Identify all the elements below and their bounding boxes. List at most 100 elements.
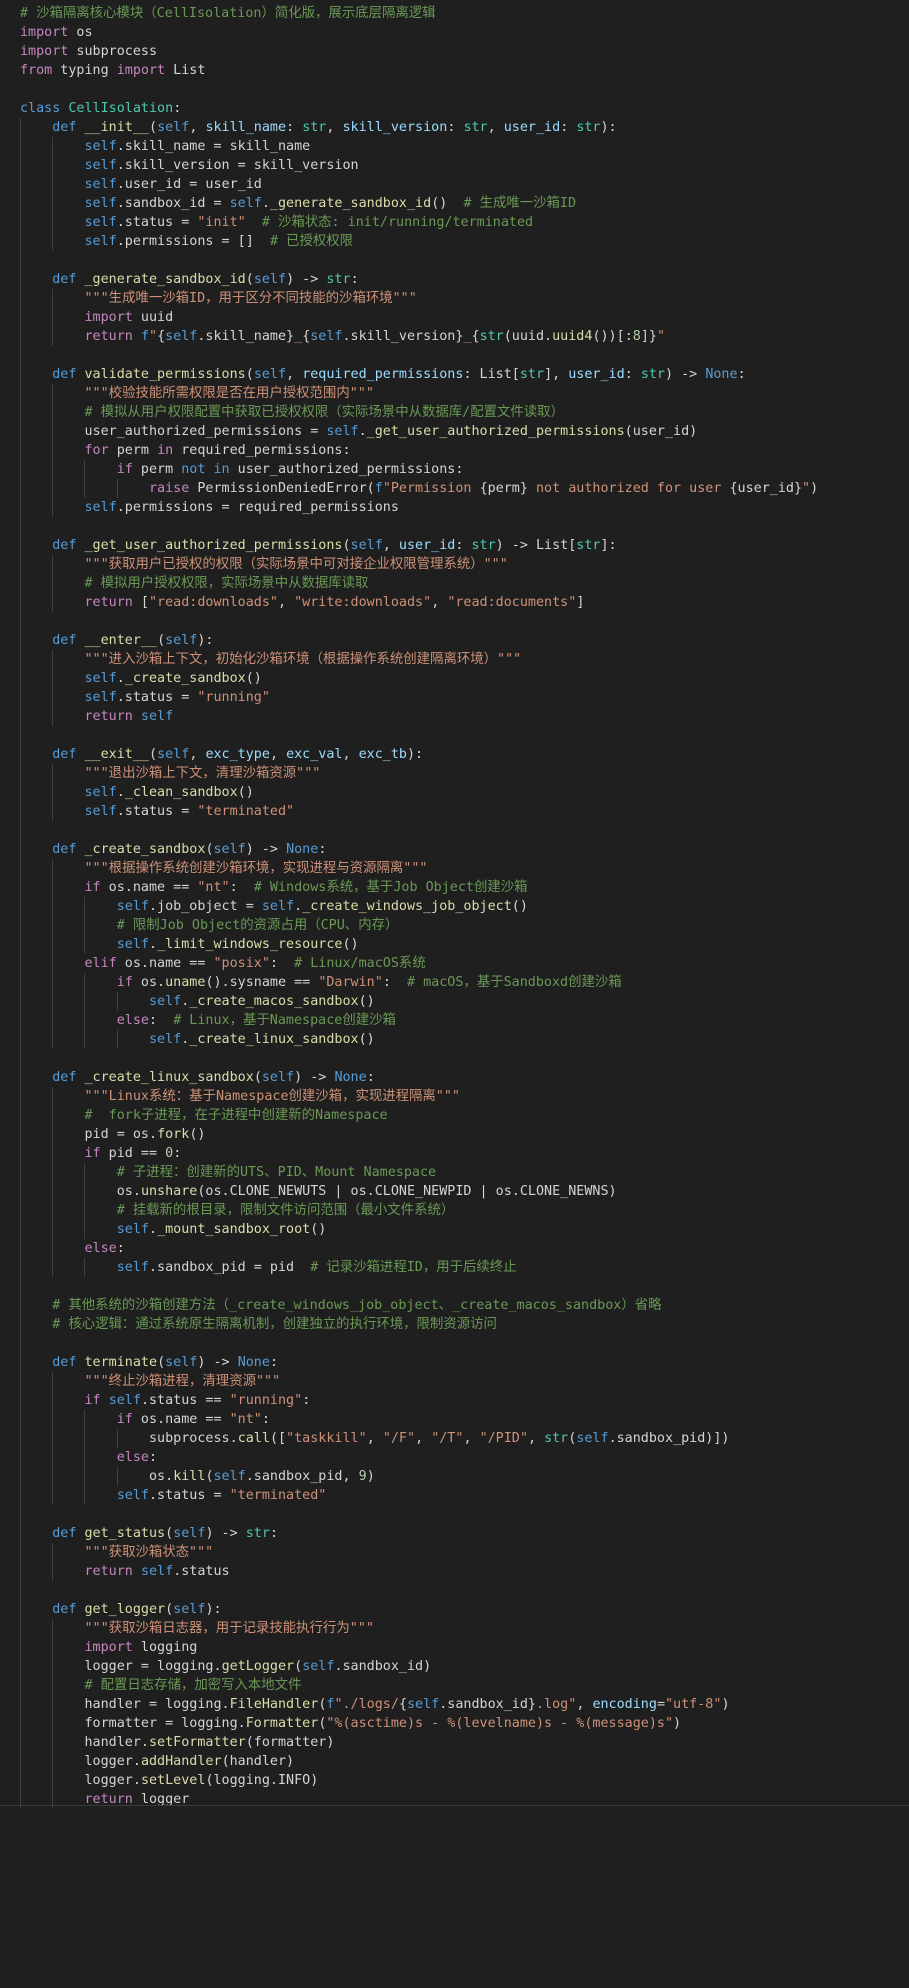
- indent-guide: [84, 460, 86, 479]
- code-token: (: [245, 272, 254, 287]
- code-token: (): [189, 1127, 206, 1142]
- code-line: self.status = "running": [0, 688, 909, 707]
- code-token: ,: [431, 595, 448, 610]
- code-token: "nt": [229, 1412, 262, 1427]
- code-token: .status =: [116, 690, 198, 705]
- indent-guide: [20, 232, 21, 251]
- code-line: else:: [0, 1239, 909, 1258]
- code-token: "taskkill": [286, 1431, 367, 1446]
- code-token: def: [52, 633, 77, 648]
- code-line: [0, 1049, 909, 1068]
- indent-guide: [20, 840, 21, 859]
- indent-guide: [52, 1771, 54, 1790]
- indent-guide: [52, 441, 54, 460]
- code-token: str: [576, 538, 601, 553]
- indent-guide: [20, 1220, 21, 1239]
- code-token: ): [810, 481, 819, 496]
- code-token: _generate_sandbox_id: [269, 196, 432, 211]
- indent-guide: [20, 137, 21, 156]
- code-token: str: [479, 329, 504, 344]
- indent-guide: [20, 270, 21, 289]
- code-token: os.: [116, 1184, 141, 1199]
- indent-guide: [52, 479, 54, 498]
- code-token: ):: [205, 1602, 222, 1617]
- code-token: self: [149, 994, 182, 1009]
- code-token: "nt": [197, 880, 230, 895]
- indent-guide: [84, 1410, 86, 1429]
- code-line: """进入沙箱上下文，初始化沙箱环境（根据操作系统创建隔离环境）""": [0, 650, 909, 669]
- code-line: handler.setFormatter(formatter): [0, 1733, 909, 1752]
- code-line: def get_status(self) -> str:: [0, 1524, 909, 1543]
- code-token: import: [84, 310, 133, 325]
- indent-guide: [20, 1543, 21, 1562]
- code-token: get_status: [84, 1526, 166, 1541]
- code-line: # 限制Job Object的资源占用（CPU、内存）: [0, 916, 909, 935]
- code-token: None: [705, 367, 738, 382]
- code-token: None: [334, 1070, 367, 1085]
- code-token: :: [366, 1070, 375, 1085]
- code-line: def _create_linux_sandbox(self) -> None:: [0, 1068, 909, 1087]
- code-token: (: [157, 633, 166, 648]
- code-token: {perm}: [479, 481, 528, 496]
- code-line: os.unshare(os.CLONE_NEWUTS | os.CLONE_NE…: [0, 1182, 909, 1201]
- code-token: exc_tb: [358, 747, 407, 762]
- code-token: :: [229, 880, 254, 895]
- indent-guide: [52, 707, 54, 726]
- indent-guide: [52, 802, 54, 821]
- code-token: self: [149, 1032, 182, 1047]
- code-token: required_permissions: [302, 367, 464, 382]
- code-token: :: [350, 272, 359, 287]
- code-line: [0, 251, 909, 270]
- code-line: self._create_linux_sandbox(): [0, 1030, 909, 1049]
- indent-guide: [84, 1163, 86, 1182]
- code-token: kill: [173, 1469, 206, 1484]
- code-token: self: [84, 671, 117, 686]
- code-token: return: [84, 709, 133, 724]
- code-token: List: [165, 63, 206, 78]
- code-token: if: [84, 880, 101, 895]
- code-token: ]}: [640, 329, 657, 344]
- code-token: _limit_windows_resource: [157, 937, 343, 952]
- indent-guide: [20, 1163, 21, 1182]
- indent-guide: [20, 1182, 21, 1201]
- code-line: os.kill(self.sandbox_pid, 9): [0, 1467, 909, 1486]
- indent-guide: [52, 498, 54, 517]
- code-line: if os.name == "nt": # Windows系统，基于Job Ob…: [0, 878, 909, 897]
- indent-guide: [20, 726, 21, 745]
- code-line: self.status = "terminated": [0, 1486, 909, 1505]
- code-token: "Darwin": [318, 975, 383, 990]
- code-token: ().sysname ==: [205, 975, 319, 990]
- indent-guide: [20, 1790, 21, 1809]
- code-token: def: [52, 842, 77, 857]
- code-token: self: [350, 538, 383, 553]
- code-editor[interactable]: # 沙箱隔离核心模块（CellIsolation）简化版，展示底层隔离逻辑 imp…: [0, 0, 909, 1988]
- code-token: ,: [189, 120, 206, 135]
- code-token: str: [245, 1526, 270, 1541]
- code-token: # Linux/macOS系统: [294, 956, 426, 971]
- code-token: "read:downloads": [149, 595, 278, 610]
- code-token: def: [52, 747, 77, 762]
- code-token: ):: [197, 633, 214, 648]
- code-token: :: [173, 101, 182, 116]
- indent-guide: [20, 593, 21, 612]
- code-token: "terminated": [229, 1488, 327, 1503]
- code-token: # 核心逻辑：通过系统原生隔离机制，创建独立的执行环境，限制资源访问: [52, 1317, 497, 1332]
- code-token: os.name ==: [132, 1412, 230, 1427]
- code-token: # 记录沙箱进程ID，用于后续终止: [310, 1260, 517, 1275]
- code-token: 8: [632, 329, 641, 344]
- code-token: CellIsolation: [68, 101, 174, 116]
- code-line: """终止沙箱进程，清理资源""": [0, 1372, 909, 1391]
- indent-guide: [20, 631, 21, 650]
- code-token: (handler): [221, 1754, 295, 1769]
